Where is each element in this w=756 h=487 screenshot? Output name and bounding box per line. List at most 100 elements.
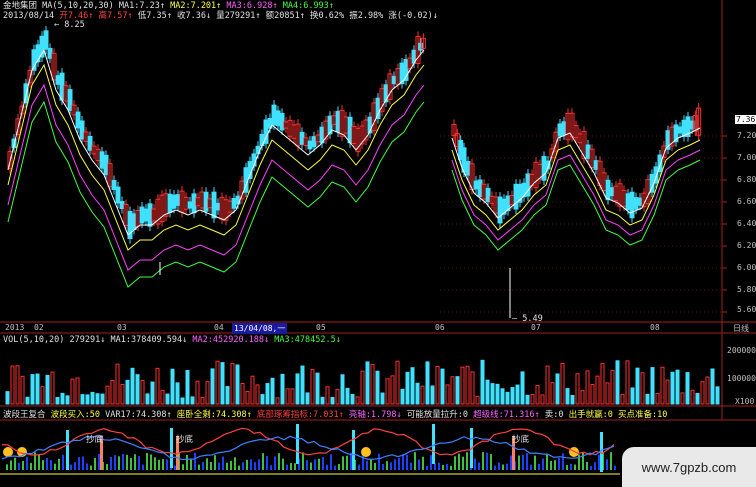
volume-bar (40, 386, 45, 405)
indicator-header: 波段王复合 波段买入:50 VAR17:74.308↑ 座卧全剩:74.308↑… (3, 410, 667, 420)
volume-bar (610, 369, 615, 405)
volume-bar (450, 376, 455, 405)
change-value: 涨(-0.02)↓ (388, 11, 438, 21)
indicator-bar (394, 459, 396, 470)
candle-body (335, 110, 341, 133)
indicator-bar (150, 454, 152, 470)
candle-body (111, 180, 117, 190)
volume-bar (180, 397, 185, 405)
volume-bar (310, 369, 315, 405)
vol-value: 279291↓ (69, 335, 106, 345)
volume-bar (585, 370, 590, 405)
volume-bar (555, 373, 560, 405)
candle-body (541, 156, 547, 181)
volume-bar (570, 394, 575, 405)
candle-body (211, 191, 217, 219)
volume-bar (250, 375, 255, 405)
indicator-bar (458, 453, 460, 470)
candle-body (203, 191, 209, 212)
volume-bar (405, 371, 410, 405)
candle-body (275, 110, 281, 127)
indicator-bar (370, 459, 372, 470)
smiley-icon (361, 447, 371, 457)
indicator-bar (186, 454, 188, 470)
indicator-bar (162, 459, 164, 470)
indicator-bar (214, 455, 216, 470)
candle-body (47, 47, 53, 59)
volume-bar (385, 378, 390, 405)
candle-body (67, 89, 73, 111)
indicator-bar (266, 456, 268, 470)
volume-bar (475, 395, 480, 405)
volume-bar (620, 393, 625, 405)
volume-bar (85, 394, 90, 405)
indicator-bar (318, 458, 320, 470)
volume-bar (15, 365, 20, 405)
volume-bar (270, 377, 275, 405)
volume-bar (495, 383, 500, 405)
ind-item: 出手就赢:0 (568, 410, 613, 420)
candle-body (147, 203, 153, 227)
price-tick: 7.00 (737, 153, 756, 162)
vol-title[interactable]: VOL(5,10,20) (3, 335, 64, 345)
indicator-bar (322, 456, 324, 470)
volume-bar (655, 392, 660, 405)
volume-bar (225, 386, 230, 405)
ma2-line (451, 139, 701, 231)
indicator-bar (606, 459, 608, 470)
volume-bar (580, 390, 585, 405)
volume-bar (560, 362, 565, 405)
candle-body (605, 179, 611, 201)
volume-bar (80, 394, 85, 405)
indicator-bar (294, 463, 296, 470)
volume-bar (125, 379, 130, 405)
indicator-bar (338, 464, 340, 470)
indicator-bar (534, 455, 536, 470)
volume-value: 量279291↑ (216, 11, 261, 21)
indicator-bar (286, 464, 288, 470)
indicator-bar (378, 453, 380, 470)
candle-body (175, 194, 181, 206)
volume-bar (360, 370, 365, 405)
candle-body (99, 151, 105, 169)
indicator-bar (198, 464, 200, 470)
candle-body (79, 120, 85, 140)
candle-body (485, 187, 491, 203)
volume-bar (280, 373, 285, 405)
indicator-bar (10, 460, 12, 470)
indicator-bar (290, 462, 292, 470)
indicator-bar (126, 454, 128, 470)
stock-name[interactable]: 金地集团 (3, 1, 37, 11)
volume-bar (350, 393, 355, 405)
indicator-bar (62, 454, 64, 470)
volume-bar (465, 365, 470, 405)
indicator-bar (454, 456, 456, 470)
candle-body (391, 75, 397, 85)
candle-body (139, 206, 145, 224)
indicator-bar (598, 454, 600, 470)
period-selector[interactable]: 日线 (733, 323, 749, 334)
volume-bar (590, 384, 595, 405)
candle-body (119, 200, 125, 210)
volume-bar (705, 376, 710, 405)
indicator-bar (410, 462, 412, 470)
volume-bar (220, 362, 225, 405)
volume-bar (295, 373, 300, 405)
volume-bar (75, 377, 80, 405)
indicator-bar (330, 454, 332, 470)
candle-body (465, 161, 471, 176)
volume-bar (165, 393, 170, 405)
ma1-value: MA1:7.23↑ (118, 1, 165, 11)
ma3-value: MA3:6.928↑ (226, 1, 278, 11)
volume-bar (455, 376, 460, 405)
indicator-bar (98, 453, 100, 470)
volume-bar (375, 370, 380, 405)
candle-body (513, 183, 519, 210)
candle-body (115, 186, 121, 204)
volume-bar (245, 391, 250, 405)
vol-ma1: MA1:378409.594↓ (110, 335, 188, 345)
volume-bar (10, 365, 15, 405)
vol-ma2: MA2:452920.188↓ (192, 335, 270, 345)
ind-name[interactable]: 波段王复合 (3, 410, 46, 420)
candle-body (187, 201, 193, 209)
